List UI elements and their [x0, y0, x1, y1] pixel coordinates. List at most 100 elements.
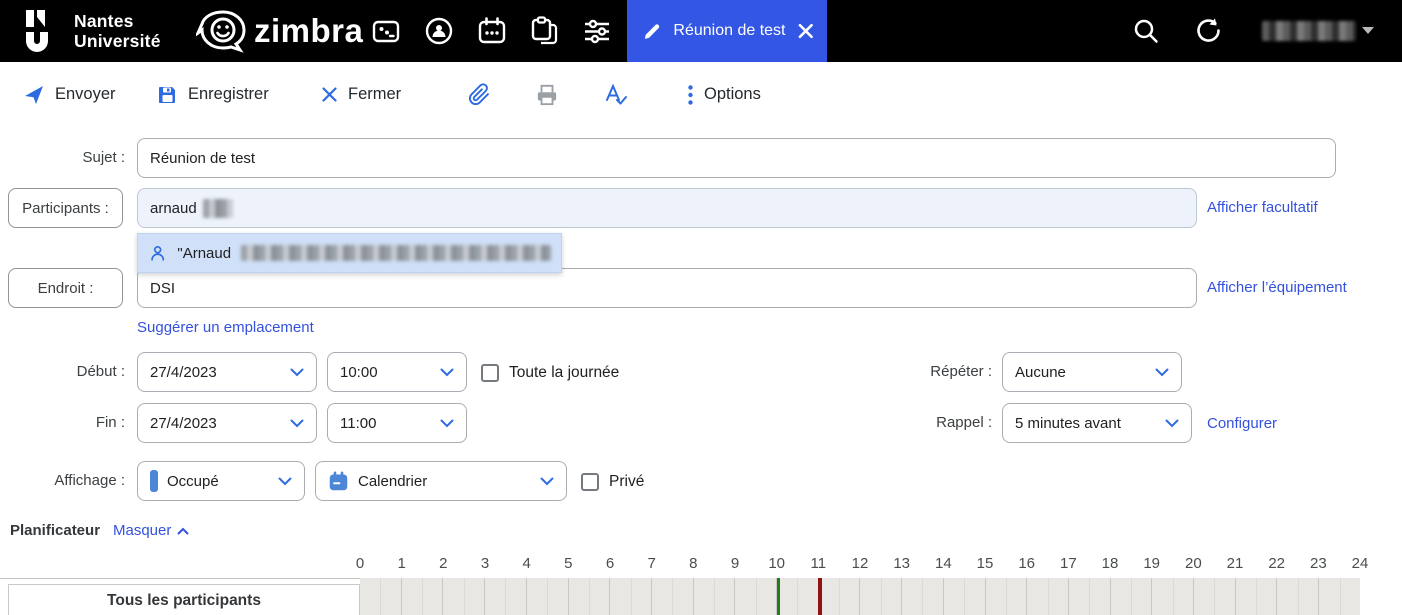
scheduler-cell[interactable]	[1276, 578, 1318, 615]
location-value: DSI	[150, 280, 175, 297]
scheduler-hide-link[interactable]: Masquer	[113, 522, 189, 539]
event-start-line[interactable]	[777, 578, 780, 615]
end-date-value: 27/4/2023	[150, 415, 281, 432]
zimbra-appointment-window: Nantes Université zimbra	[0, 0, 1402, 615]
scheduler-cell[interactable]	[1193, 578, 1235, 615]
hour-label: 24	[1352, 555, 1369, 572]
repeat-select[interactable]: Aucune	[1002, 352, 1182, 392]
scheduler-cell[interactable]	[693, 578, 735, 615]
scheduler-cell[interactable]	[609, 578, 651, 615]
participants-button[interactable]: Participants :	[8, 188, 123, 228]
hour-label: 12	[852, 555, 869, 572]
chevron-down-icon	[1155, 368, 1169, 377]
calendar-icon[interactable]	[477, 16, 507, 46]
start-time-select[interactable]: 10:00	[327, 352, 467, 392]
subject-input[interactable]: Réunion de test	[137, 138, 1336, 178]
show-equipment-link[interactable]: Afficher l’équipement	[1207, 279, 1347, 296]
scheduler-cell[interactable]	[526, 578, 568, 615]
scheduler-cell[interactable]	[776, 578, 818, 615]
options-button[interactable]: Options	[688, 62, 761, 127]
hour-label: 6	[606, 555, 614, 572]
autocomplete-dropdown-item[interactable]: "Arnaud	[137, 233, 562, 273]
scheduler-cell[interactable]	[818, 578, 860, 615]
subject-label: Sujet :	[0, 149, 125, 166]
person-icon	[148, 243, 167, 263]
scheduler-cell[interactable]	[568, 578, 610, 615]
search-icon[interactable]	[1133, 18, 1159, 44]
hour-label: 17	[1060, 555, 1077, 572]
reminder-select[interactable]: 5 minutes avant	[1002, 403, 1192, 443]
scheduler-cell[interactable]	[734, 578, 776, 615]
scheduler-cell[interactable]	[484, 578, 526, 615]
all-participants-row[interactable]: Tous les participants	[8, 584, 360, 615]
save-button[interactable]: Enregistrer	[158, 62, 269, 127]
scheduler-cell[interactable]	[360, 578, 401, 615]
private-checkbox[interactable]	[581, 473, 599, 491]
location-input[interactable]: DSI	[137, 268, 1197, 308]
preferences-icon[interactable]	[582, 16, 612, 46]
scheduler-cell[interactable]	[859, 578, 901, 615]
scheduler-cell[interactable]	[401, 578, 443, 615]
scheduler-hours: 0123456789101112131415161718192021222324	[360, 555, 1360, 575]
chevron-down-icon	[440, 419, 454, 428]
mail-icon[interactable]	[371, 16, 401, 46]
print-button[interactable]	[536, 62, 558, 127]
start-date-select[interactable]: 27/4/2023	[137, 352, 317, 392]
scheduler-hide-label: Masquer	[113, 522, 171, 539]
user-menu-caret-icon[interactable]	[1362, 27, 1374, 34]
participants-input[interactable]: arnaud	[137, 188, 1197, 228]
show-optional-link[interactable]: Afficher facultatif	[1207, 199, 1318, 216]
display-busy-select[interactable]: Occupé	[137, 461, 305, 501]
start-date-value: 27/4/2023	[150, 364, 281, 381]
attach-button[interactable]	[468, 62, 491, 127]
send-icon	[24, 85, 44, 105]
chevron-down-icon	[278, 477, 292, 486]
scheduler-cell[interactable]	[901, 578, 943, 615]
scheduler-cell[interactable]	[1318, 578, 1360, 615]
hour-label: 18	[1102, 555, 1119, 572]
chevron-up-icon	[177, 527, 189, 535]
send-button[interactable]: Envoyer	[24, 62, 116, 127]
close-button[interactable]: Fermer	[322, 62, 401, 127]
scheduler-cell[interactable]	[943, 578, 985, 615]
zimbra-logo-text: zimbra	[254, 12, 363, 50]
nantes-universite-logo-text: Nantes Université	[74, 11, 161, 51]
display-label: Affichage :	[0, 472, 125, 489]
suggest-location-link[interactable]: Suggérer un emplacement	[137, 319, 314, 336]
scheduler-cell[interactable]	[1068, 578, 1110, 615]
configure-link[interactable]: Configurer	[1207, 415, 1277, 432]
hour-label: 13	[893, 555, 910, 572]
kebab-menu-icon	[688, 85, 693, 105]
location-button[interactable]: Endroit :	[8, 268, 123, 308]
event-end-line[interactable]	[818, 578, 822, 615]
hour-label: 19	[1143, 555, 1160, 572]
end-date-select[interactable]: 27/4/2023	[137, 403, 317, 443]
end-label: Fin :	[0, 414, 125, 431]
tasks-icon[interactable]	[529, 16, 559, 46]
scheduler-cell[interactable]	[1235, 578, 1277, 615]
end-time-select[interactable]: 11:00	[327, 403, 467, 443]
scheduler-cell[interactable]	[1110, 578, 1152, 615]
spellcheck-icon	[604, 83, 628, 107]
scheduler-cell[interactable]	[985, 578, 1027, 615]
tab-reunion-de-test[interactable]: Réunion de test	[627, 0, 827, 62]
hour-label: 21	[1227, 555, 1244, 572]
contacts-icon[interactable]	[424, 16, 454, 46]
scheduler-cell[interactable]	[1026, 578, 1068, 615]
save-label: Enregistrer	[188, 85, 269, 104]
display-calendar-select[interactable]: Calendrier	[315, 461, 567, 501]
tab-close-icon[interactable]	[798, 23, 814, 39]
participants-button-label: Participants :	[22, 200, 109, 217]
hour-label: 20	[1185, 555, 1202, 572]
hour-label: 11	[811, 555, 827, 572]
start-time-value: 10:00	[340, 364, 431, 381]
scheduler-cell[interactable]	[1151, 578, 1193, 615]
calendar-small-icon	[328, 471, 349, 492]
user-name-redacted[interactable]	[1262, 21, 1356, 41]
scheduler-cell[interactable]	[442, 578, 484, 615]
scheduler-cell[interactable]	[651, 578, 693, 615]
all-day-checkbox[interactable]	[481, 364, 499, 382]
refresh-icon[interactable]	[1195, 17, 1222, 44]
participants-redacted-text	[203, 199, 233, 218]
spellcheck-button[interactable]	[604, 62, 628, 127]
